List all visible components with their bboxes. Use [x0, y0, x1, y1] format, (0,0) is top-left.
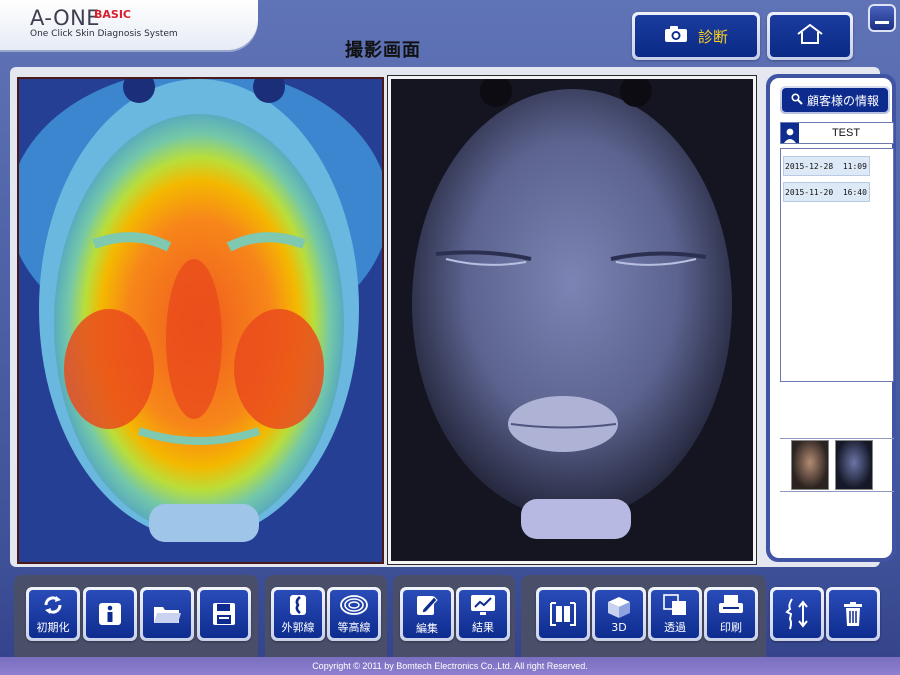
diagnosis-button[interactable]: 診断 — [632, 12, 760, 60]
minimize-icon — [875, 20, 889, 24]
logo-tagline: One Click Skin Diagnosis System — [30, 29, 178, 39]
info-button[interactable] — [83, 587, 137, 641]
thumbnail-color-face[interactable] — [791, 440, 829, 490]
outline-label: 外郭線 — [281, 621, 315, 634]
refresh-icon — [44, 596, 62, 614]
customer-info-label: 顧客様の情報 — [806, 93, 879, 108]
trash-icon — [844, 602, 862, 626]
contour-button[interactable]: 等高線 — [327, 587, 381, 641]
session-date: 2015-12-28 — [785, 161, 834, 171]
session-list: 2015-12-28 11:09 2015-11-20 16:40 — [780, 148, 894, 382]
save-button[interactable] — [197, 587, 251, 641]
face-profile-button[interactable] — [770, 587, 824, 641]
diagnosis-label: 診断 — [697, 27, 728, 46]
home-icon — [795, 23, 825, 49]
view-3d-button[interactable]: 3D — [592, 587, 646, 641]
printer-icon — [719, 595, 743, 613]
session-date: 2015-11-20 — [785, 187, 834, 197]
session-time: 16:40 — [842, 187, 867, 197]
home-button[interactable] — [767, 12, 853, 60]
edit-button[interactable]: 編集 — [400, 587, 454, 641]
face-outline-icon — [290, 595, 306, 615]
face-profile-icon — [785, 598, 808, 630]
outline-button[interactable]: 外郭線 — [271, 587, 325, 641]
list-item[interactable]: 2015-11-20 16:40 — [783, 182, 870, 202]
folder-icon — [154, 607, 181, 623]
open-folder-button[interactable] — [140, 587, 194, 641]
delete-button[interactable] — [826, 587, 880, 641]
customer-name-field: TEST — [780, 122, 894, 144]
copyright-footer: Copyright © 2011 by Bomtech Electronics … — [0, 657, 900, 675]
page-title: 撮影画面 — [345, 40, 421, 61]
session-time: 11:09 — [842, 161, 867, 171]
camera-icon — [664, 25, 688, 47]
logo-title: A-ONE — [30, 6, 101, 30]
customer-info-button[interactable]: 顧客様の情報 — [780, 86, 890, 114]
view-3d-label: 3D — [611, 620, 627, 634]
minimize-button[interactable] — [868, 4, 896, 32]
transparency-label: 透過 — [664, 621, 686, 634]
customer-sidebar: 顧客様の情報 TEST 2015-12-28 11:09 2015-11-20 — [766, 74, 896, 562]
divider — [780, 438, 894, 439]
thumbnail-uv-face[interactable] — [835, 440, 873, 490]
reset-label: 初期化 — [36, 621, 70, 634]
customer-name: TEST — [831, 127, 861, 139]
logo-panel: A-ONE BASIC One Click Skin Diagnosis Sys… — [0, 0, 258, 50]
result-button[interactable]: 結果 — [456, 587, 510, 641]
floppy-disk-icon — [213, 603, 235, 625]
edit-note-icon — [417, 596, 438, 615]
print-label: 印刷 — [720, 621, 742, 634]
user-icon — [781, 123, 799, 143]
reset-button[interactable]: 初期化 — [26, 587, 80, 641]
info-icon — [99, 603, 121, 625]
transparency-button[interactable]: 透過 — [648, 587, 702, 641]
overlay-pages-icon — [663, 594, 686, 615]
list-item[interactable]: 2015-12-28 11:09 — [783, 156, 870, 176]
split-view-icon — [550, 602, 576, 626]
divider — [780, 491, 894, 492]
result-label: 結果 — [472, 621, 494, 634]
cube-icon — [608, 596, 630, 618]
search-icon — [791, 92, 803, 108]
split-view-button[interactable] — [536, 587, 590, 641]
contour-label: 等高線 — [337, 621, 371, 634]
contour-icon — [340, 595, 368, 615]
monitor-chart-icon — [471, 595, 495, 615]
edit-label: 編集 — [416, 622, 438, 635]
logo-edition: BASIC — [94, 8, 131, 21]
uv-face-image — [387, 75, 757, 565]
thermal-face-image — [17, 77, 384, 564]
print-button[interactable]: 印刷 — [704, 587, 758, 641]
